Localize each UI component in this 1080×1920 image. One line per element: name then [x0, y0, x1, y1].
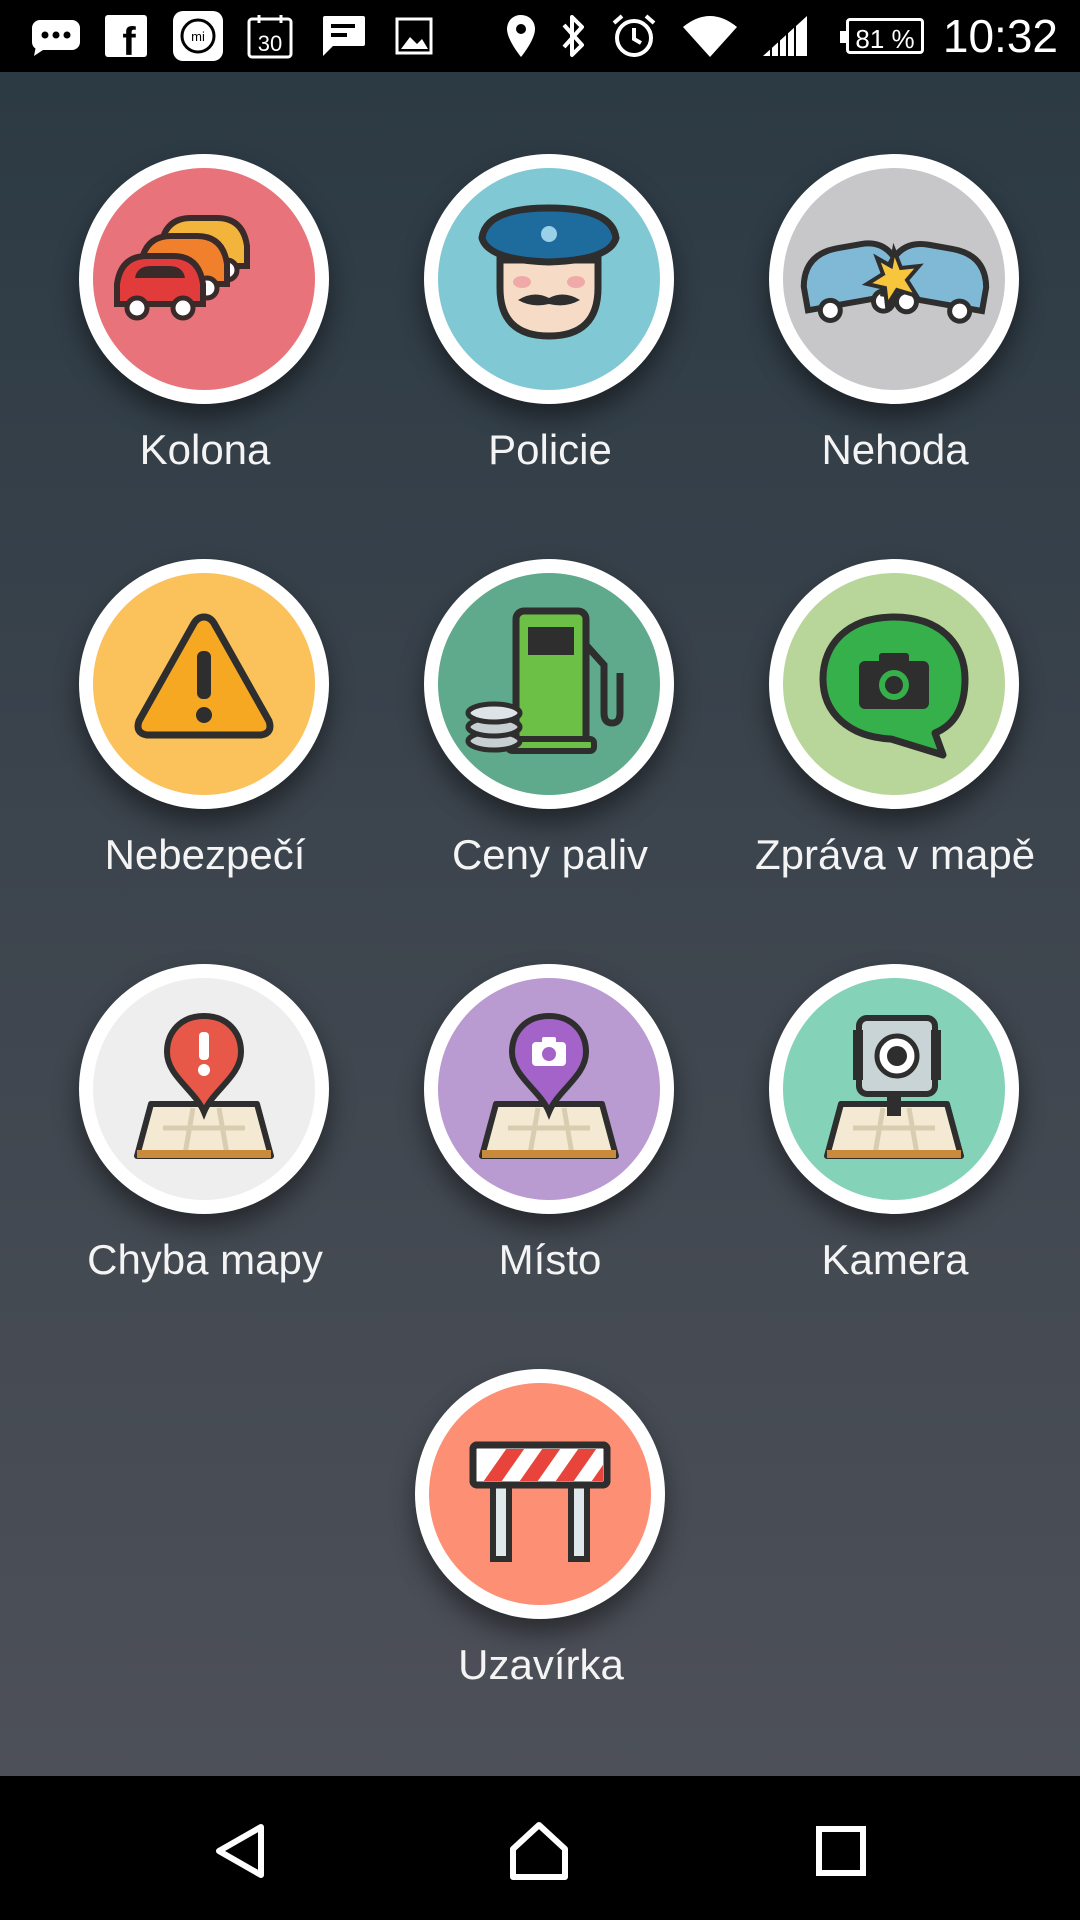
police-icon [438, 168, 660, 390]
back-icon[interactable] [196, 1806, 286, 1896]
clock-time: 10:32 [942, 10, 1058, 62]
facebook-icon: f [104, 12, 148, 60]
report-button-nehoda[interactable] [769, 154, 1019, 404]
fuel-price-icon [438, 573, 660, 795]
report-label-nehoda: Nehoda [821, 426, 969, 473]
chat-bubble-icon [28, 12, 84, 60]
report-button-uzavirka[interactable] [415, 1369, 665, 1619]
report-menu: Kolona Policie Nehoda Nebezpečí Ceny pal… [0, 72, 1080, 1776]
report-label-kamera: Kamera [821, 1236, 969, 1283]
accident-icon [783, 168, 1005, 390]
home-icon[interactable] [494, 1806, 584, 1896]
report-label-zprava-v-mape: Zpráva v mapě [754, 831, 1036, 878]
bluetooth-icon [556, 12, 590, 60]
report-button-policie[interactable] [424, 154, 674, 404]
battery-level: 81 % [855, 24, 915, 54]
report-button-zprava-v-mape[interactable] [769, 559, 1019, 809]
alarm-icon [610, 12, 658, 60]
report-button-kamera[interactable] [769, 964, 1019, 1214]
report-button-nebezpeci[interactable] [79, 559, 329, 809]
report-label-misto: Místo [498, 1236, 602, 1283]
mi-fit-icon: mi [172, 11, 224, 61]
signal-icon [760, 12, 810, 60]
navigation-bar [0, 1776, 1080, 1920]
report-label-kolona: Kolona [139, 426, 271, 473]
status-bar: f mi 30 81 % 10:32 [0, 0, 1080, 72]
map-chat-icon [783, 573, 1005, 795]
facebook-letter: f [122, 20, 136, 57]
calendar-icon: 30 [246, 12, 294, 60]
report-button-kolona[interactable] [79, 154, 329, 404]
map-error-icon [93, 978, 315, 1200]
wifi-icon [680, 12, 740, 60]
traffic-jam-icon [93, 168, 315, 390]
location-icon [504, 12, 538, 60]
calendar-day: 30 [258, 31, 282, 56]
recent-apps-icon[interactable] [796, 1806, 886, 1896]
report-label-chyba-mapy: Chyba mapy [87, 1236, 323, 1283]
speed-camera-icon [783, 978, 1005, 1200]
report-button-ceny-paliv[interactable] [424, 559, 674, 809]
report-label-uzavirka: Uzavírka [458, 1641, 624, 1688]
report-label-ceny-paliv: Ceny paliv [451, 831, 649, 878]
image-icon [394, 12, 434, 60]
report-button-misto[interactable] [424, 964, 674, 1214]
report-label-nebezpeci: Nebezpečí [104, 831, 306, 878]
report-label-policie: Policie [488, 426, 612, 473]
road-closure-icon [429, 1383, 651, 1605]
place-icon [438, 978, 660, 1200]
hazard-icon [93, 573, 315, 795]
mi-letter: mi [191, 29, 205, 44]
battery-icon: 81 % [840, 18, 924, 54]
report-button-chyba-mapy[interactable] [79, 964, 329, 1214]
message-icon [318, 12, 368, 60]
